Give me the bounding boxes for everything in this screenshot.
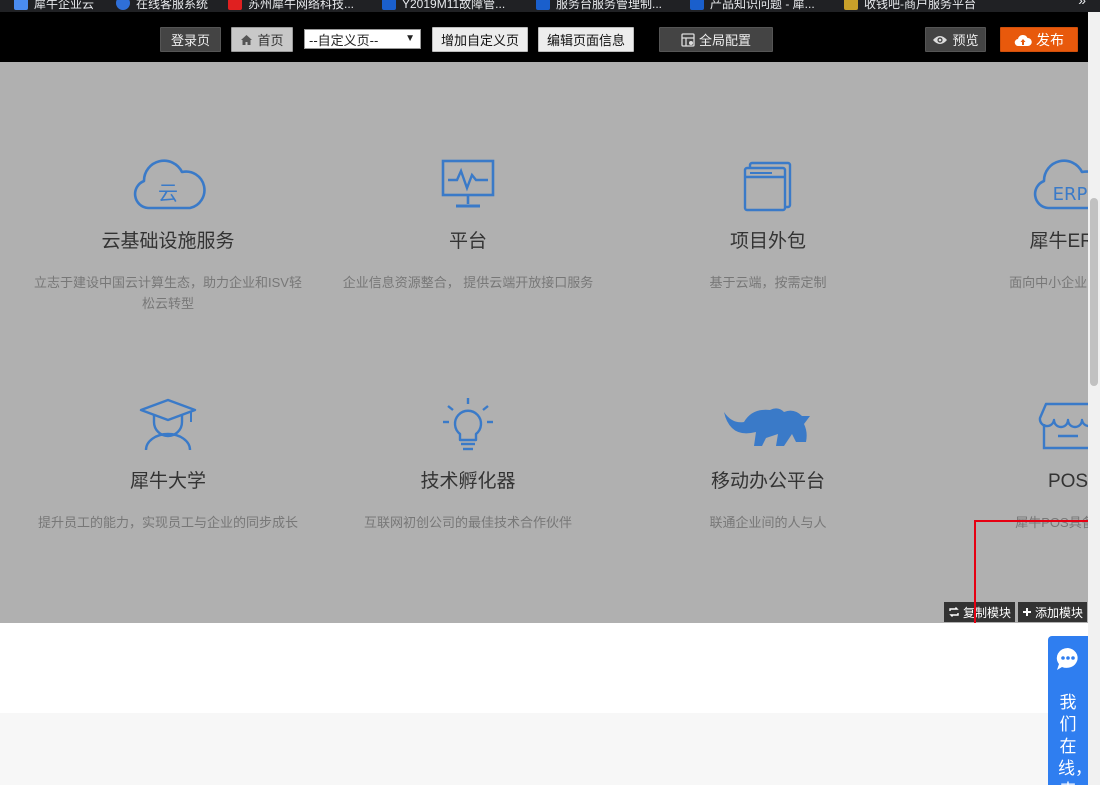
service-card[interactable]: 移动办公平台 联通企业间的人与人 — [618, 382, 918, 533]
bookmark-favicon-icon — [382, 0, 396, 10]
service-card[interactable]: 云 云基础设施服务 立志于建设中国云计算生态，助力企业和ISV轻松云转型 — [18, 142, 318, 314]
bookmark-favicon-icon — [536, 0, 550, 10]
lightbulb-icon — [318, 382, 618, 452]
erp-cloud-icon: ERP — [918, 142, 1088, 212]
cloud-upload-icon — [1014, 34, 1032, 46]
bookmark-item[interactable]: 在线客服系统 — [116, 0, 208, 12]
service-title: 移动办公平台 — [710, 471, 825, 492]
footer-area — [0, 713, 1088, 785]
monitor-icon — [318, 142, 618, 212]
highlight-annotation — [974, 520, 1097, 636]
service-card[interactable]: 平台 企业信息资源整合， 提供云端开放接口服务 — [318, 142, 618, 293]
home-icon — [241, 34, 253, 45]
service-description: 面向中小企业的ERP — [1009, 275, 1088, 290]
bookmark-favicon-icon — [14, 0, 28, 10]
service-description: 互联网初创公司的最佳技术合作伙伴 — [363, 515, 572, 530]
service-description: 基于云端，按需定制 — [709, 275, 827, 290]
bookmark-item[interactable]: Y2019M11故障管... — [382, 0, 505, 12]
service-description: 联通企业间的人与人 — [709, 515, 827, 530]
scrollbar-thumb[interactable] — [1090, 198, 1098, 386]
graduate-icon — [18, 382, 318, 452]
global-config-button[interactable]: 全局配置 — [659, 27, 773, 52]
editor-toolbar: 登录页 首页 --自定义页-- ▼ 增加自定义页 编辑页面信息 全局配置 预览 … — [0, 12, 1088, 62]
service-description: 提升员工的能力，实现员工与企业的同步成长 — [37, 515, 298, 530]
bookmark-item[interactable]: 收钱吧-商户服务平台 — [844, 0, 976, 12]
cloud-icon: 云 — [18, 142, 318, 212]
cloud-icon-label: 云 — [158, 181, 178, 205]
service-title: POS — [1047, 471, 1088, 492]
bookmark-favicon-icon — [228, 0, 242, 10]
login-page-button[interactable]: 登录页 — [160, 27, 221, 52]
services-module[interactable]: 云 云基础设施服务 立志于建设中国云计算生态，助力企业和ISV轻松云转型 平台 … — [0, 62, 1088, 623]
chat-bubble-icon — [1056, 647, 1078, 670]
chat-label: 我们在线，来 — [1058, 693, 1092, 785]
bookmark-favicon-icon — [690, 0, 704, 10]
service-card[interactable]: ERP 犀牛ERP 面向中小企业的ERP — [918, 142, 1088, 293]
service-card[interactable]: 犀牛大学 提升员工的能力，实现员工与企业的同步成长 — [18, 382, 318, 533]
publish-button[interactable]: 发布 — [1000, 27, 1078, 52]
service-card[interactable]: POS 犀牛POS具备您最 — [918, 382, 1088, 533]
preview-button[interactable]: 预览 — [925, 27, 986, 52]
service-description: 企业信息资源整合， 提供云端开放接口服务 — [342, 275, 594, 290]
online-chat-widget[interactable]: 我们在线，来 — [1048, 636, 1092, 785]
chevron-down-icon: ▼ — [405, 33, 415, 44]
edit-page-info-button[interactable]: 编辑页面信息 — [538, 27, 634, 52]
bookmarks-more-button[interactable]: » — [1078, 0, 1086, 8]
service-title: 项目外包 — [729, 231, 806, 252]
service-description: 立志于建设中国云计算生态，助力企业和ISV轻松云转型 — [34, 275, 302, 311]
window-icon — [618, 142, 918, 212]
service-title: 平台 — [448, 231, 487, 252]
erp-icon-label: ERP — [1053, 184, 1088, 205]
service-card[interactable]: 项目外包 基于云端，按需定制 — [618, 142, 918, 293]
bookmarks-bar: 犀牛企业云 在线客服系统 苏州犀牛网络科技... Y2019M11故障管... … — [0, 0, 1100, 12]
home-page-button[interactable]: 首页 — [231, 27, 293, 52]
add-custom-page-button[interactable]: 增加自定义页 — [432, 27, 528, 52]
service-card[interactable]: 技术孵化器 互联网初创公司的最佳技术合作伙伴 — [318, 382, 618, 533]
blank-module — [0, 623, 1088, 713]
scrollbar-track[interactable] — [1088, 12, 1100, 785]
bookmark-item[interactable]: 苏州犀牛网络科技... — [228, 0, 354, 12]
service-title: 技术孵化器 — [420, 471, 516, 492]
bookmark-item[interactable]: 产品知识问题 - 犀... — [690, 0, 815, 12]
eye-icon — [933, 35, 948, 44]
rhino-icon — [618, 382, 918, 452]
settings-panel-icon — [681, 32, 695, 47]
repeat-icon — [949, 607, 959, 617]
service-title: 云基础设施服务 — [101, 231, 235, 252]
bookmark-favicon-icon — [116, 0, 130, 10]
service-title: 犀牛大学 — [129, 471, 206, 492]
bookmark-item[interactable]: 犀牛企业云 — [14, 0, 94, 12]
custom-page-select[interactable]: --自定义页-- ▼ — [304, 29, 421, 49]
bookmark-item[interactable]: 服务台服务管理制... — [536, 0, 662, 12]
store-icon — [918, 382, 1088, 452]
bookmark-favicon-icon — [844, 0, 858, 10]
service-title: 犀牛ERP — [1029, 231, 1088, 252]
